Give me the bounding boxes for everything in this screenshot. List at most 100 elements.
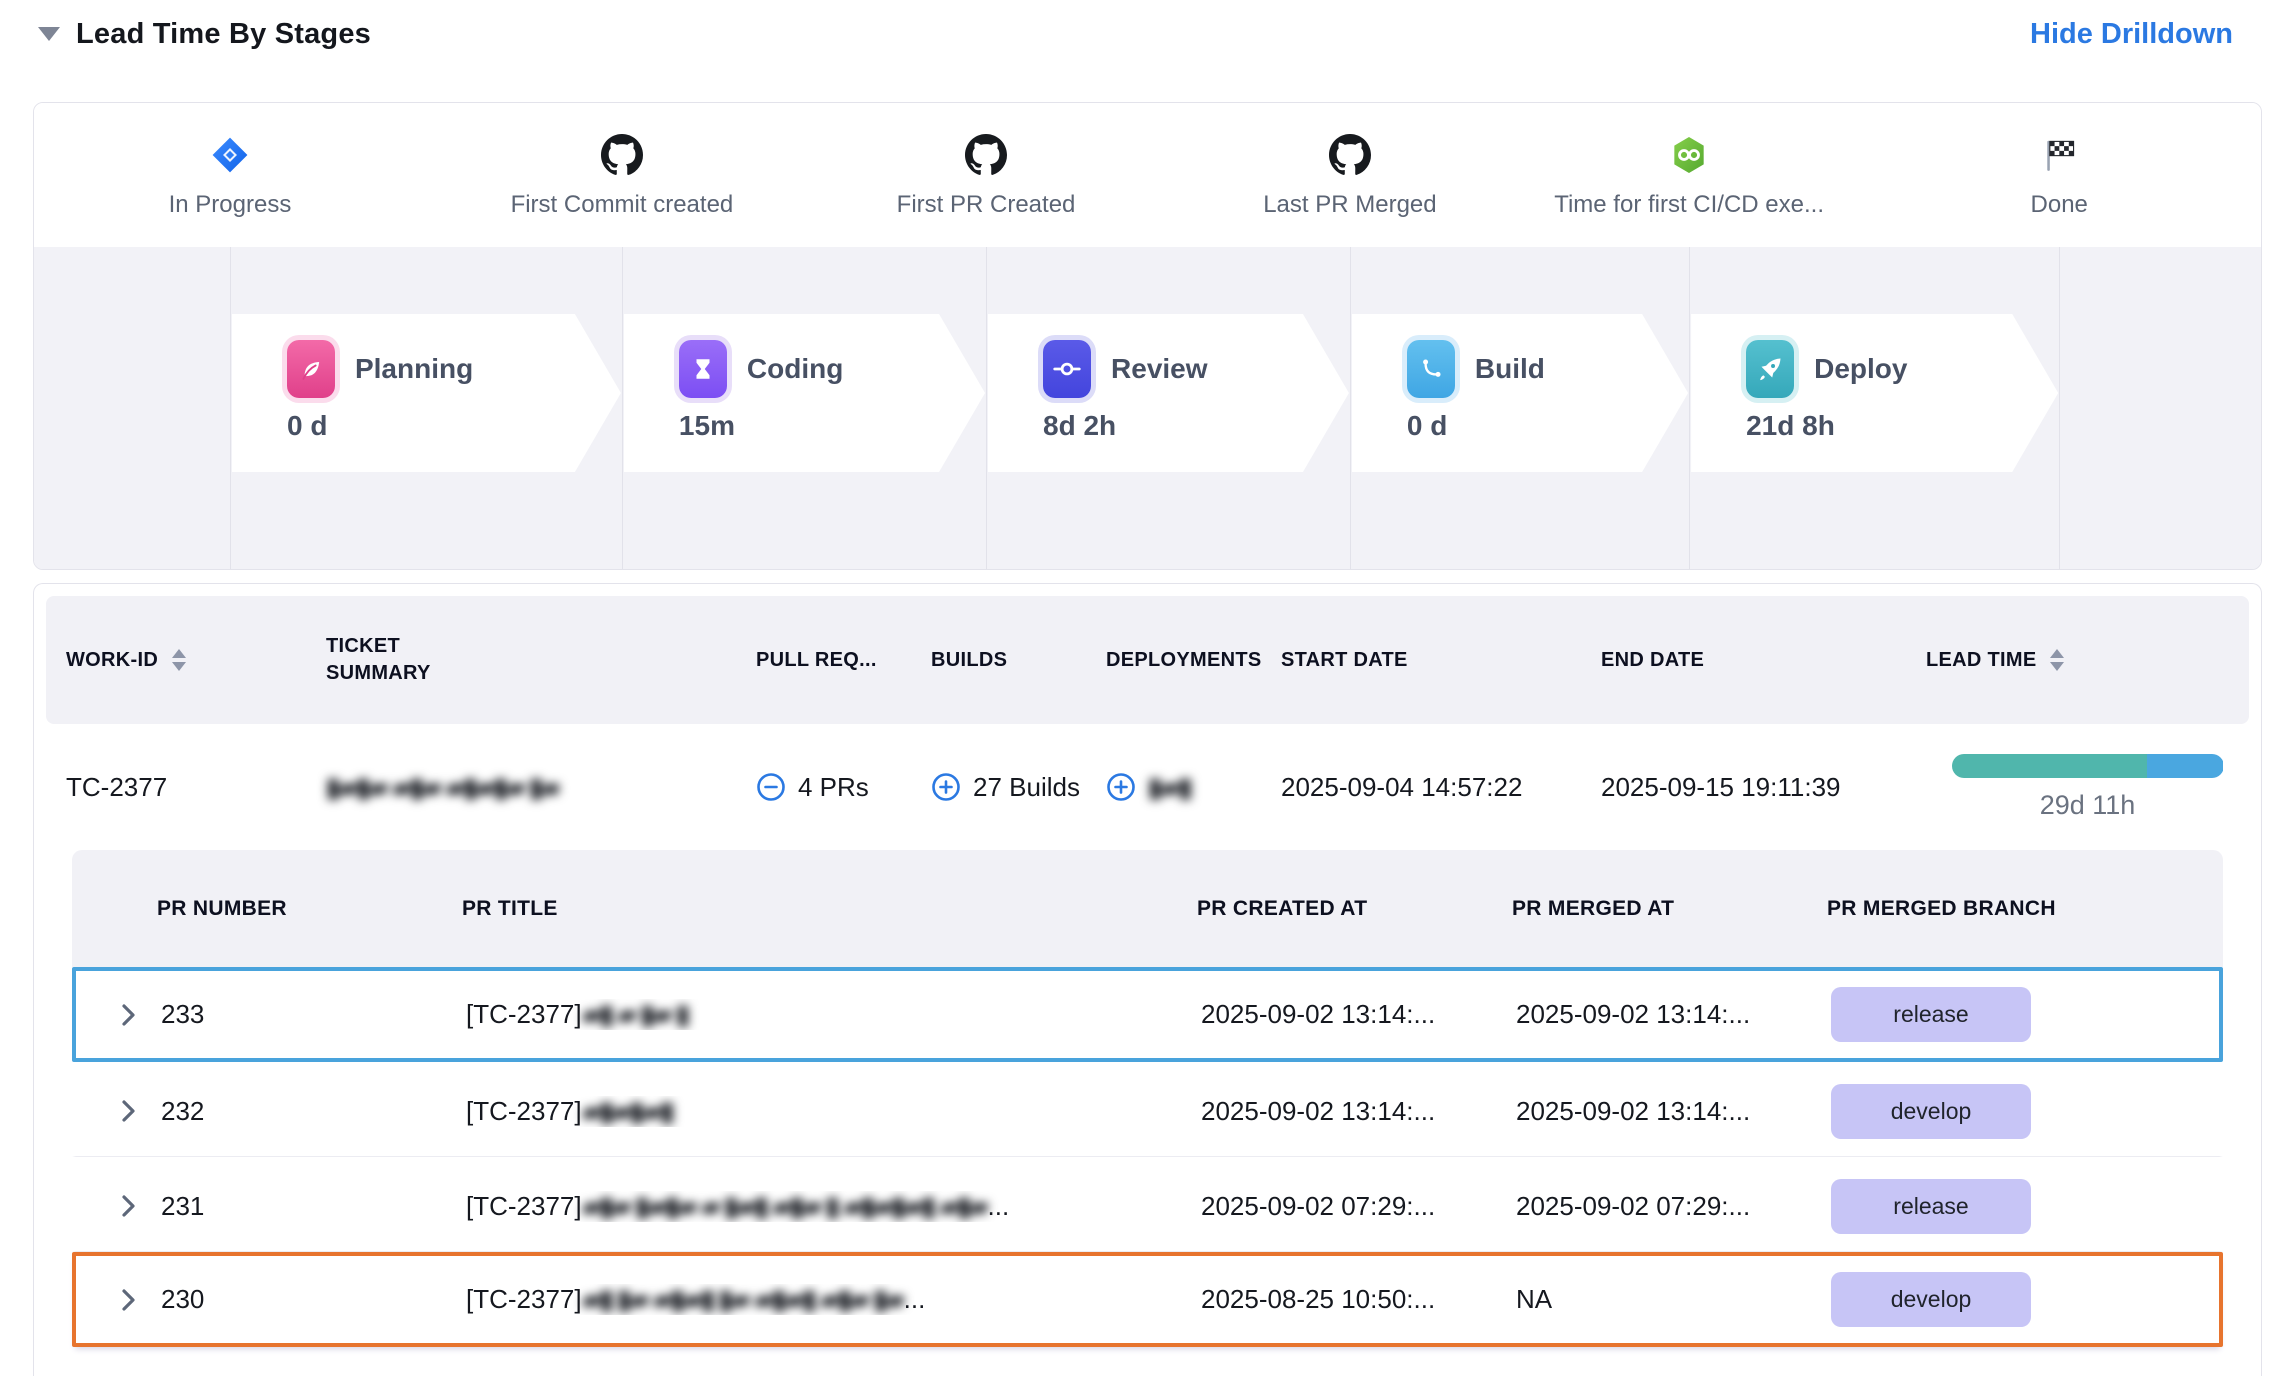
- stage-divider: [230, 247, 231, 569]
- milestone-done: Done: [1879, 131, 2239, 219]
- chevron-right-icon[interactable]: [121, 1287, 137, 1313]
- lead-time-drilldown-page: Lead Time By Stages Hide Drilldown In Pr…: [0, 0, 2291, 1376]
- rocket-icon: [1746, 340, 1794, 398]
- pull-requests-cell[interactable]: 4 PRs: [756, 772, 931, 803]
- hourglass-icon: [679, 340, 727, 398]
- work-table-card: WORK-ID TICKET SUMMARY PULL REQ... BUILD…: [33, 583, 2262, 1376]
- stage-chevron-zone: Planning 0 d Coding 15m: [34, 247, 2261, 569]
- github-icon: [442, 131, 802, 179]
- pr-row-231[interactable]: 231 [TC-2377] ▰▮▰ ▮▰▮▰ ▰ ▮▰▮ ▰▮▰ ▮ ▰▮▰▮▰…: [72, 1157, 2223, 1252]
- stage-card-planning: Planning 0 d: [232, 314, 621, 472]
- collapse-caret-icon[interactable]: [38, 27, 60, 41]
- col-ticket-summary: TICKET SUMMARY: [326, 633, 756, 687]
- col-deployments: DEPLOYMENTS: [1106, 649, 1281, 672]
- sort-icon[interactable]: [172, 649, 186, 671]
- lead-time-value: 29d 11h: [2040, 790, 2136, 821]
- col-builds: BUILDS: [931, 649, 1106, 672]
- col-pr-merged-branch: PR MERGED BRANCH: [1827, 894, 2223, 923]
- branch-badge: develop: [1831, 1084, 2031, 1139]
- col-start-date: START DATE: [1281, 649, 1601, 672]
- page-title: Lead Time By Stages: [76, 18, 371, 51]
- chevron-right-icon[interactable]: [121, 1002, 137, 1028]
- col-lead-time[interactable]: LEAD TIME: [1926, 649, 2249, 672]
- expand-plus-icon[interactable]: [931, 772, 961, 802]
- col-end-date: END DATE: [1601, 649, 1926, 672]
- col-pr-title: PR TITLE: [462, 894, 1197, 923]
- stage-divider: [2059, 247, 2060, 569]
- pr-table: PR NUMBER PR TITLE PR CREATED AT PR MERG…: [72, 850, 2223, 1347]
- sort-icon[interactable]: [2050, 649, 2064, 671]
- milestone-cicd: Time for first CI/CD exe...: [1509, 131, 1869, 219]
- branch-badge: release: [1831, 1179, 2031, 1234]
- col-pull-requests: PULL REQ...: [756, 649, 931, 672]
- planning-icon: [287, 340, 335, 398]
- start-date-cell: 2025-09-04 14:57:22: [1281, 772, 1601, 803]
- stage-card-coding: Coding 15m: [624, 314, 985, 472]
- pr-number-cell: 232: [161, 1096, 466, 1127]
- finish-flag-icon: [1879, 131, 2239, 179]
- branch-icon: [1407, 340, 1455, 398]
- col-pr-created-at: PR CREATED AT: [1197, 894, 1512, 923]
- pr-created-cell: 2025-08-25 10:50:...: [1201, 1284, 1516, 1315]
- stage-card-build: Build 0 d: [1352, 314, 1688, 472]
- deployments-cell[interactable]: ▮▰▮: [1106, 772, 1281, 803]
- pr-merged-cell: 2025-09-02 07:29:...: [1516, 1191, 1831, 1222]
- pr-row-232[interactable]: 232 [TC-2377] ▰▮▰▮▰▮ 2025-09-02 13:14:..…: [72, 1062, 2223, 1157]
- milestone-first-pr: First PR Created: [806, 131, 1166, 219]
- pr-number-cell: 233: [161, 999, 466, 1030]
- milestone-last-pr-merged: Last PR Merged: [1170, 131, 1530, 219]
- pr-branch-cell: develop: [1831, 1272, 2219, 1327]
- jira-diamond-icon: [50, 131, 410, 179]
- pr-merged-cell: 2025-09-02 13:14:...: [1516, 1096, 1831, 1127]
- pr-merged-cell: 2025-09-02 13:14:...: [1516, 999, 1831, 1030]
- pr-row-230[interactable]: 230 [TC-2377]▰▮ ▮▰ ▰▮▰▮ ▮▰ ▰▮▰▮ ▰▮▰ ▮▰ .…: [72, 1252, 2223, 1347]
- branch-badge: release: [1831, 987, 2031, 1042]
- milestone-first-commit: First Commit created: [442, 131, 802, 219]
- chevron-right-icon[interactable]: [121, 1193, 137, 1219]
- pr-title-cell: [TC-2377]▰▮ ▰ ▮▰ ▮: [466, 999, 1201, 1030]
- stage-card-deploy: Deploy 21d 8h: [1691, 314, 2058, 472]
- collapse-minus-icon[interactable]: [756, 772, 786, 802]
- milestone-in-progress: In Progress: [50, 131, 410, 219]
- pr-title-cell: [TC-2377] ▰▮▰▮▰▮: [466, 1096, 1201, 1127]
- stage-divider: [986, 247, 987, 569]
- col-pr-number: PR NUMBER: [157, 894, 462, 923]
- top-bar: Lead Time By Stages Hide Drilldown: [0, 0, 2291, 58]
- hide-drilldown-link[interactable]: Hide Drilldown: [2030, 18, 2233, 51]
- lead-time-bar: [1952, 754, 2224, 778]
- col-pr-merged-at: PR MERGED AT: [1512, 894, 1827, 923]
- commit-icon: [1043, 340, 1091, 398]
- col-work-id[interactable]: WORK-ID: [66, 649, 326, 672]
- cicd-icon: [1509, 131, 1869, 179]
- lead-bar-blue-segment: [2147, 754, 2223, 778]
- pr-branch-cell: release: [1831, 1179, 2219, 1234]
- pr-merged-cell: NA: [1516, 1284, 1831, 1315]
- branch-badge: develop: [1831, 1272, 2031, 1327]
- pr-branch-cell: develop: [1831, 1084, 2219, 1139]
- pr-created-cell: 2025-09-02 13:14:...: [1201, 999, 1516, 1030]
- pr-number-cell: 230: [161, 1284, 466, 1315]
- github-icon: [1170, 131, 1530, 179]
- pr-title-cell: [TC-2377]▰▮ ▮▰ ▰▮▰▮ ▮▰ ▰▮▰▮ ▰▮▰ ▮▰ ...: [466, 1284, 1201, 1315]
- github-icon: [806, 131, 1166, 179]
- stage-divider: [1350, 247, 1351, 569]
- stages-panel: In Progress First Commit created First P…: [33, 102, 2262, 570]
- pr-table-header: PR NUMBER PR TITLE PR CREATED AT PR MERG…: [72, 850, 2223, 967]
- pr-number-cell: 231: [161, 1191, 466, 1222]
- expand-plus-icon[interactable]: [1106, 772, 1136, 802]
- stage-divider: [1689, 247, 1690, 569]
- pr-created-cell: 2025-09-02 13:14:...: [1201, 1096, 1516, 1127]
- lead-bar-teal-segment: [1952, 754, 2148, 778]
- pr-row-233[interactable]: 233 [TC-2377]▰▮ ▰ ▮▰ ▮ 2025-09-02 13:14:…: [72, 967, 2223, 1062]
- work-table-header: WORK-ID TICKET SUMMARY PULL REQ... BUILD…: [46, 596, 2249, 724]
- work-item-row: TC-2377 ▮▰▮▰ ▰▮▰ ▰▮▰▮▰ ▮▰ 4 PRs 27 Build…: [46, 724, 2249, 850]
- lead-time-cell: 29d 11h: [1926, 754, 2249, 821]
- pr-branch-cell: release: [1831, 987, 2219, 1042]
- end-date-cell: 2025-09-15 19:11:39: [1601, 772, 1926, 803]
- ticket-summary-cell: ▮▰▮▰ ▰▮▰ ▰▮▰▮▰ ▮▰: [326, 772, 756, 803]
- chevron-right-icon[interactable]: [121, 1098, 137, 1124]
- builds-cell[interactable]: 27 Builds: [931, 772, 1106, 803]
- pr-title-cell: [TC-2377] ▰▮▰ ▮▰▮▰ ▰ ▮▰▮ ▰▮▰ ▮ ▰▮▰▮▰▮ ▰▮…: [466, 1191, 1201, 1222]
- stage-card-review: Review 8d 2h: [988, 314, 1349, 472]
- work-id-cell: TC-2377: [66, 772, 326, 803]
